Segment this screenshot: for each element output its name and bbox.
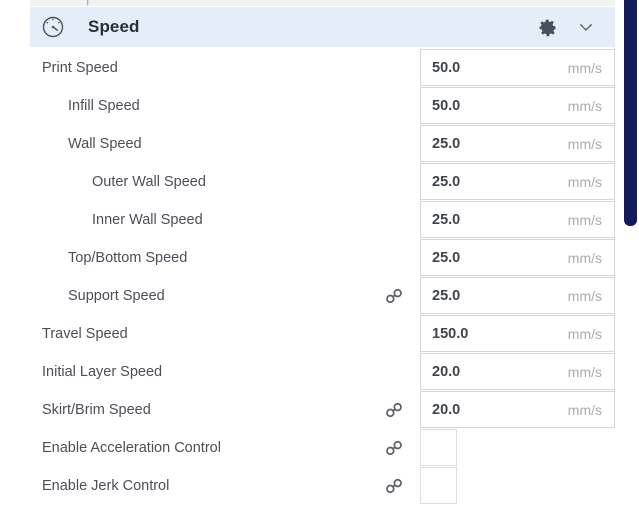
- scrollbar-track[interactable]: [623, 0, 639, 500]
- setting-unit: mm/s: [567, 135, 602, 152]
- setting-unit: mm/s: [567, 401, 602, 418]
- setting-label: Enable Jerk Control: [42, 478, 170, 494]
- speedometer-icon: [40, 14, 66, 40]
- setting-value: 20.0: [432, 363, 461, 380]
- setting-unit: mm/s: [567, 211, 602, 228]
- setting-unit: mm/s: [567, 325, 602, 342]
- setting-value: 50.0: [432, 97, 461, 114]
- setting-unit: mm/s: [567, 249, 602, 266]
- setting-label: Print Speed: [42, 60, 118, 76]
- setting-value-input[interactable]: 25.0 mm/s: [420, 201, 615, 238]
- setting-row: Outer Wall Speed 25.0 mm/s: [0, 163, 639, 201]
- setting-row: Wall Speed 25.0 mm/s: [0, 125, 639, 163]
- link-icon[interactable]: [383, 476, 405, 496]
- setting-value-input[interactable]: 50.0 mm/s: [420, 87, 615, 124]
- left-gutter: [0, 0, 30, 500]
- ghost-glyph-right: -: [104, 0, 110, 6]
- setting-row: Skirt/Brim Speed 20.0 mm/s: [0, 391, 639, 429]
- setting-row: Inner Wall Speed 25.0 mm/s: [0, 201, 639, 239]
- previous-section-header-sliver[interactable]: -- | -: [30, 0, 615, 6]
- setting-unit: mm/s: [567, 173, 602, 190]
- setting-label: Top/Bottom Speed: [68, 250, 188, 266]
- setting-value: 20.0: [432, 401, 461, 418]
- setting-row: Print Speed 50.0 mm/s: [0, 49, 639, 87]
- setting-label: Skirt/Brim Speed: [42, 402, 151, 418]
- setting-row: Enable Acceleration Control: [0, 429, 639, 467]
- gear-icon[interactable]: [535, 15, 559, 39]
- setting-unit: mm/s: [567, 363, 602, 380]
- setting-row: Initial Layer Speed 20.0 mm/s: [0, 353, 639, 391]
- settings-list: Print Speed 50.0 mm/s Infill Speed 50.0 mm/s W…: [0, 49, 639, 505]
- setting-unit: mm/s: [567, 287, 602, 304]
- setting-value: 25.0: [432, 287, 461, 304]
- setting-value: 25.0: [432, 249, 461, 266]
- setting-value: 25.0: [432, 173, 461, 190]
- setting-value-input[interactable]: 25.0 mm/s: [420, 125, 615, 162]
- chevron-down-icon[interactable]: [575, 16, 597, 38]
- link-icon[interactable]: [383, 286, 405, 306]
- setting-value-input[interactable]: 25.0 mm/s: [420, 163, 615, 200]
- setting-label: Wall Speed: [68, 136, 142, 152]
- setting-row: Infill Speed 50.0 mm/s: [0, 87, 639, 125]
- setting-label: Support Speed: [68, 288, 165, 304]
- setting-checkbox[interactable]: [420, 429, 457, 466]
- category-header-speed[interactable]: Speed: [30, 7, 615, 47]
- setting-value-input[interactable]: 20.0 mm/s: [420, 353, 615, 390]
- setting-value: 150.0: [432, 325, 469, 342]
- setting-value: 25.0: [432, 135, 461, 152]
- setting-label: Infill Speed: [68, 98, 140, 114]
- setting-row: Enable Jerk Control: [0, 467, 639, 505]
- ghost-glyph-left: --: [52, 0, 65, 6]
- setting-checkbox[interactable]: [420, 467, 457, 504]
- setting-row: Travel Speed 150.0 mm/s: [0, 315, 639, 353]
- setting-value-input[interactable]: 25.0 mm/s: [420, 239, 615, 276]
- scrollbar-thumb[interactable]: [624, 0, 637, 226]
- ghost-glyph-mid: |: [86, 0, 91, 6]
- setting-label: Travel Speed: [42, 326, 128, 342]
- setting-value: 50.0: [432, 59, 461, 76]
- setting-unit: mm/s: [567, 97, 602, 114]
- setting-label: Initial Layer Speed: [42, 364, 163, 380]
- setting-value-input[interactable]: 25.0 mm/s: [420, 277, 615, 314]
- setting-label: Inner Wall Speed: [92, 212, 203, 228]
- setting-label: Enable Acceleration Control: [42, 440, 221, 456]
- setting-row: Support Speed 25.0 mm/s: [0, 277, 639, 315]
- link-icon[interactable]: [383, 400, 405, 420]
- setting-value-input[interactable]: 20.0 mm/s: [420, 391, 615, 428]
- setting-value-input[interactable]: 150.0 mm/s: [420, 315, 615, 352]
- category-title: Speed: [88, 17, 140, 36]
- setting-value: 25.0: [432, 211, 461, 228]
- link-icon[interactable]: [383, 438, 405, 458]
- setting-row: Top/Bottom Speed 25.0 mm/s: [0, 239, 639, 277]
- setting-value-input[interactable]: 50.0 mm/s: [420, 49, 615, 86]
- setting-unit: mm/s: [567, 59, 602, 76]
- setting-label: Outer Wall Speed: [92, 174, 206, 190]
